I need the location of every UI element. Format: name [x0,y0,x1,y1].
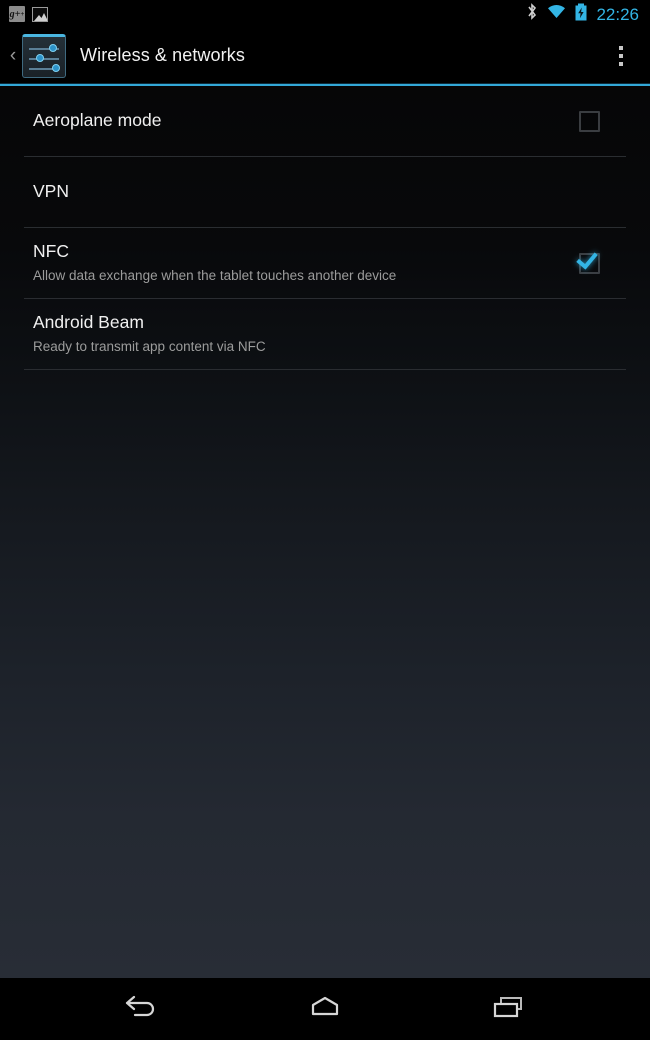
picture-icon [32,6,48,22]
pref-row-aeroplane-mode[interactable]: Aeroplane mode [0,86,650,156]
action-bar: ‹ Wireless & networks [0,28,650,83]
status-clock: 22:26 [596,4,639,24]
pref-summary: Allow data exchange when the tablet touc… [33,268,397,284]
google-plus-icon: g+ + [9,6,25,22]
recent-apps-icon [492,994,526,1025]
pref-row-nfc[interactable]: NFC Allow data exchange when the tablet … [0,228,650,298]
wifi-icon [547,4,566,24]
system-status-icons: 22:26 [526,3,641,26]
pref-row-vpn[interactable]: VPN [0,157,650,227]
back-button[interactable] [108,985,174,1033]
device-screen: g+ + 22:26 ‹ Wireless & networks Aeropla… [0,0,650,1040]
preferences-list: Aeroplane mode VPN NFC Allow data exchan… [0,86,650,978]
pref-title: Aeroplane mode [33,110,162,131]
google-plus-glyph: g+ [9,8,21,20]
recent-apps-button[interactable] [476,985,542,1033]
up-navigation-chevron[interactable]: ‹ [0,46,22,65]
pref-summary: Ready to transmit app content via NFC [33,339,266,355]
pref-title: Android Beam [33,312,144,333]
page-title: Wireless & networks [80,45,245,65]
home-icon [307,994,343,1025]
home-button[interactable] [292,985,358,1033]
pref-row-android-beam[interactable]: Android Beam Ready to transmit app conte… [0,299,650,369]
bluetooth-icon [526,3,538,25]
aeroplane-mode-checkbox[interactable] [579,110,600,132]
notification-icons: g+ + [9,6,48,22]
nfc-checkbox[interactable] [576,246,600,274]
battery-charging-icon [575,3,587,26]
pref-title: VPN [33,181,69,202]
overflow-menu-icon[interactable] [610,36,632,76]
back-arrow-icon [123,994,159,1025]
settings-sliders-icon[interactable] [22,33,66,78]
navigation-bar [0,978,650,1040]
pref-title: NFC [33,241,69,262]
status-bar[interactable]: g+ + 22:26 [0,0,650,28]
list-divider [24,369,626,370]
